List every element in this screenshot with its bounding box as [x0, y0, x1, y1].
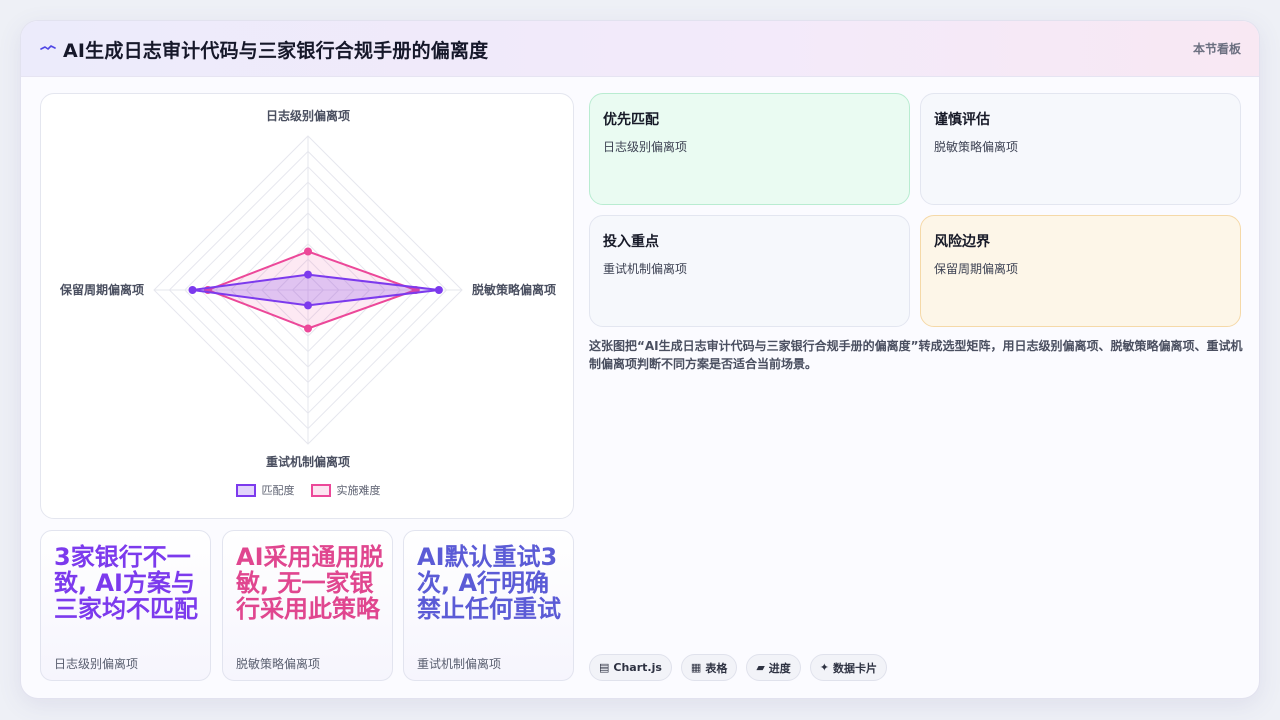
- stat-card-retry: AI默认重试3次, A行明确禁止任何重试 重试机制偏离项: [403, 530, 574, 681]
- tag-label: 数据卡片: [833, 661, 878, 675]
- quadrant-invest-focus: 投入重点 重试机制偏离项: [589, 215, 910, 327]
- tag-label: Chart.js: [613, 661, 662, 674]
- legend-item-difficulty[interactable]: 实施难度: [310, 482, 381, 498]
- radar-point[interactable]: [304, 324, 312, 333]
- tag-data-card[interactable]: ✦ 数据卡片: [809, 654, 888, 681]
- tag-progress[interactable]: ▰ 进度: [746, 654, 801, 681]
- quadrant-title: 谨慎评估: [934, 112, 990, 128]
- panel-header: AI生成日志审计代码与三家银行合规手册的偏离度 本节看板: [21, 21, 1259, 77]
- quadrant-careful-eval: 谨慎评估 脱敏策略偏离项: [920, 93, 1241, 205]
- stat-headline: AI采用通用脱敏, 无一家银行采用此策略: [236, 543, 384, 623]
- radar-point[interactable]: [434, 286, 443, 294]
- stat-headline: 3家银行不一致, AI方案与三家均不匹配: [54, 543, 198, 623]
- table-icon: ▦: [690, 661, 702, 674]
- quadrant-title: 风险边界: [934, 234, 990, 250]
- legend-label-match: 匹配度: [261, 484, 295, 497]
- dashboard-panel: AI生成日志审计代码与三家银行合规手册的偏离度 本节看板 日志级别偏离项脱敏策略…: [20, 20, 1260, 699]
- radar-point[interactable]: [304, 270, 312, 279]
- progress-icon: ▰: [756, 661, 765, 674]
- stat-card-masking: AI采用通用脱敏, 无一家银行采用此策略 脱敏策略偏离项: [222, 530, 393, 681]
- quadrant-risk-boundary: 风险边界 保留周期偏离项: [920, 215, 1241, 327]
- radar-axis-label: 脱敏策略偏离项: [472, 282, 556, 297]
- quadrant-subtitle: 重试机制偏离项: [603, 262, 688, 276]
- quadrant-title: 优先匹配: [603, 112, 659, 128]
- chart-legend: 匹配度 实施难度: [41, 482, 575, 498]
- quadrant-subtitle: 日志级别偏离项: [603, 140, 688, 154]
- chart-description: 这张图把“AI生成日志审计代码与三家银行合规手册的偏离度”转成选型矩阵，用日志级…: [589, 339, 1243, 371]
- radar-chart-card: 日志级别偏离项脱敏策略偏离项重试机制偏离项 保留周期偏离项 匹配度 实施难度: [40, 93, 574, 519]
- stat-headline: AI默认重试3次, A行明确禁止任何重试: [417, 543, 561, 623]
- quadrant-title: 投入重点: [603, 234, 659, 250]
- tag-chartjs[interactable]: ▤ Chart.js: [589, 654, 672, 681]
- quadrant-subtitle: 脱敏策略偏离项: [934, 140, 1019, 154]
- quadrant-subtitle: 保留周期偏离项: [934, 262, 1019, 276]
- radar-point[interactable]: [304, 301, 312, 310]
- radar-point[interactable]: [304, 247, 312, 256]
- radar-axis-label: 重试机制偏离项: [266, 454, 350, 469]
- sparkle-icon: ✦: [819, 661, 830, 674]
- radar-axis-label: 保留周期偏离项: [59, 282, 144, 297]
- legend-swatch-match: [235, 483, 256, 497]
- tag-table[interactable]: ▦ 表格: [680, 654, 738, 681]
- tag-label: 表格: [705, 661, 728, 675]
- stat-label: 脱敏策略偏离项: [236, 657, 321, 671]
- stat-label: 日志级别偏离项: [54, 657, 139, 671]
- stat-card-log-level: 3家银行不一致, AI方案与三家均不匹配 日志级别偏离项: [40, 530, 211, 681]
- radar-axis-label: 日志级别偏离项: [266, 108, 350, 123]
- tag-label: 进度: [768, 661, 791, 675]
- page-title: AI生成日志审计代码与三家银行合规手册的偏离度: [63, 40, 489, 62]
- chart-icon: ▤: [599, 661, 610, 674]
- wave-icon: [40, 45, 56, 50]
- radar-series-area: [192, 273, 440, 307]
- legend-swatch-difficulty: [310, 483, 331, 497]
- quadrant-priority-match: 优先匹配 日志级别偏离项: [589, 93, 910, 205]
- legend-item-match[interactable]: 匹配度: [235, 482, 295, 498]
- section-board-label: 本节看板: [1192, 42, 1241, 56]
- stat-label: 重试机制偏离项: [417, 657, 502, 671]
- tag-list: ▤ Chart.js ▦ 表格 ▰ 进度 ✦ 数据卡片: [589, 654, 888, 681]
- radar-point[interactable]: [188, 286, 197, 294]
- legend-label-difficulty: 实施难度: [336, 484, 381, 497]
- radar-chart: 日志级别偏离项脱敏策略偏离项重试机制偏离项 保留周期偏离项: [59, 108, 556, 469]
